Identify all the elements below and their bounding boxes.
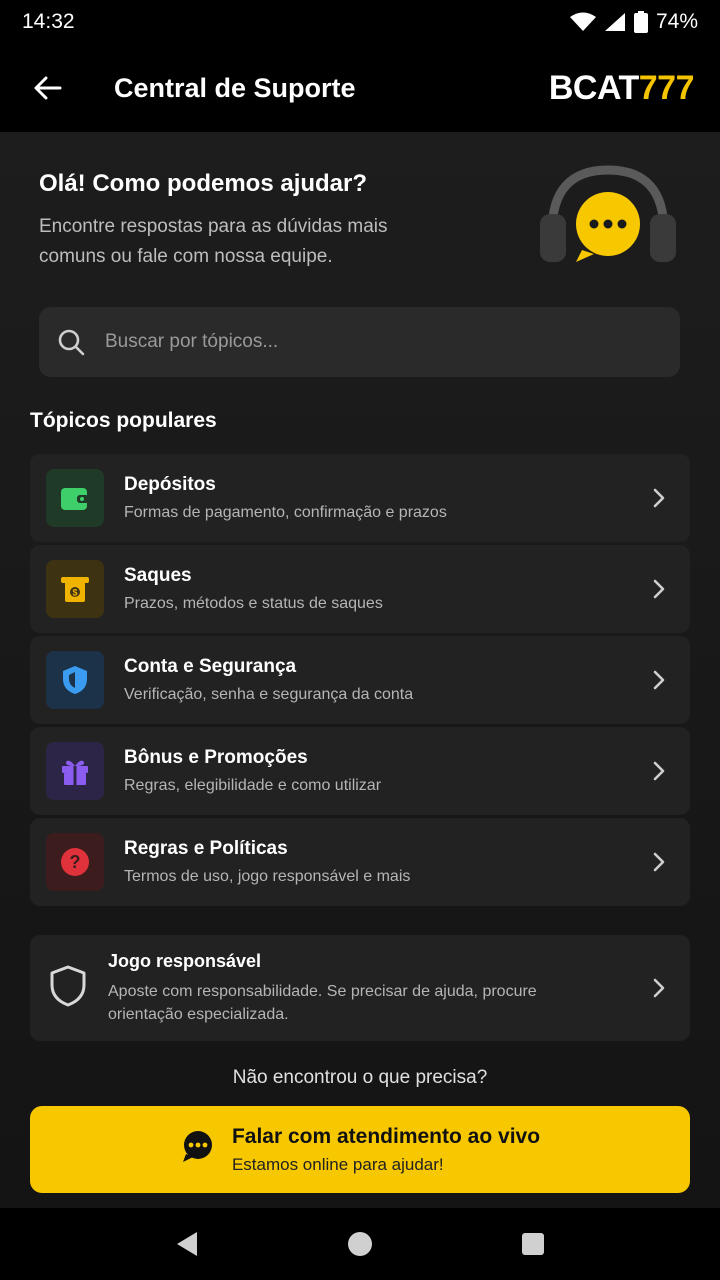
nav-recents-button[interactable]	[503, 1214, 563, 1274]
topic-item-bonus-promocoes[interactable]: Bônus e Promoções Regras, elegibilidade …	[30, 727, 690, 815]
topic-title: Conta e Segurança	[124, 656, 297, 677]
back-button[interactable]	[26, 66, 70, 110]
brand-logo-suffix: 777	[638, 68, 695, 107]
cta-subtitle: Estamos online para ajudar!	[231, 1154, 444, 1174]
status-time: 14:32	[22, 10, 75, 33]
brand-logo: BCAT777	[548, 68, 695, 108]
page-title: Central de Suporte	[114, 72, 356, 103]
topic-title: Regras e Políticas	[124, 838, 288, 859]
nav-home-button[interactable]	[330, 1214, 390, 1274]
circle-home-icon	[347, 1232, 372, 1256]
topic-item-depositos[interactable]: Depósitos Formas de pagamento, confirmaç…	[30, 454, 690, 542]
topic-description: Regras, elegibilidade e como utilizar	[124, 777, 382, 794]
arrow-left-icon	[34, 76, 62, 100]
search-icon	[58, 329, 85, 356]
triangle-back-icon	[176, 1232, 197, 1256]
hero-title: Olá! Como podemos ajudar?	[39, 170, 368, 197]
system-nav-bar	[0, 1208, 720, 1280]
cash-withdraw-icon: $	[46, 560, 104, 618]
app-bar: Central de Suporte BCAT777	[0, 44, 720, 132]
chevron-right-icon	[644, 487, 674, 509]
chat-bubble-icon	[180, 1130, 216, 1169]
chevron-right-icon	[644, 669, 674, 691]
main-content: Olá! Como podemos ajudar? Encontre respo…	[0, 132, 720, 1208]
shield-outline-icon	[48, 964, 88, 1013]
wifi-icon	[569, 12, 596, 32]
headset-chat-icon	[534, 162, 682, 272]
status-bar: 14:32 74%	[0, 0, 720, 44]
gift-icon	[46, 742, 104, 800]
status-icons: 74%	[569, 10, 698, 34]
topic-item-regras-politicas[interactable]: ? Regras e Políticas Termos de uso, jogo…	[30, 818, 690, 906]
chevron-right-icon	[644, 851, 674, 873]
battery-icon	[633, 11, 648, 33]
wallet-icon	[46, 469, 104, 527]
topic-description: Termos de uso, jogo responsável e mais	[124, 868, 411, 885]
live-support-button[interactable]: Falar com atendimento ao vivo Estamos on…	[30, 1106, 690, 1193]
battery-percent: 74%	[655, 10, 698, 33]
search-bar[interactable]	[39, 307, 680, 377]
topic-title: Saques	[124, 565, 192, 586]
topic-description: Formas de pagamento, confirmação e prazo…	[124, 504, 447, 521]
chevron-right-icon	[644, 578, 674, 600]
nav-back-button[interactable]	[157, 1214, 217, 1274]
chevron-right-icon	[644, 760, 674, 782]
svg-text:$: $	[72, 588, 77, 598]
topic-title: Bônus e Promoções	[124, 747, 308, 768]
topic-title: Depósitos	[124, 474, 216, 495]
chevron-right-icon	[644, 977, 674, 999]
section-title: Tópicos populares	[30, 409, 217, 432]
topic-item-saques[interactable]: $ Saques Prazos, métodos e status de saq…	[30, 545, 690, 633]
topic-description: Prazos, métodos e status de saques	[124, 595, 383, 612]
square-recents-icon	[522, 1233, 545, 1255]
brand-logo-prefix: BCAT	[548, 68, 639, 107]
cta-title: Falar com atendimento ao vivo	[231, 1124, 541, 1148]
svg-text:?: ?	[70, 852, 81, 872]
responsible-title: Jogo responsável	[108, 950, 262, 971]
not-found-text: Não encontrou o que precisa?	[232, 1067, 488, 1088]
hero-subtitle: Encontre respostas para as dúvidas mais …	[39, 216, 388, 267]
topic-item-conta-seguranca[interactable]: Conta e Segurança Verificação, senha e s…	[30, 636, 690, 724]
question-icon: ?	[46, 833, 104, 891]
topic-description: Verificação, senha e segurança da conta	[124, 686, 414, 703]
shield-icon	[46, 651, 104, 709]
topics-list: Depósitos Formas de pagamento, confirmaç…	[30, 454, 690, 909]
responsible-gaming-card[interactable]: Jogo responsável Aposte com responsabili…	[30, 935, 690, 1041]
cell-signal-icon	[604, 12, 626, 32]
responsible-description: Aposte com responsabilidade. Se precisar…	[108, 982, 537, 1023]
search-input[interactable]	[105, 331, 625, 353]
